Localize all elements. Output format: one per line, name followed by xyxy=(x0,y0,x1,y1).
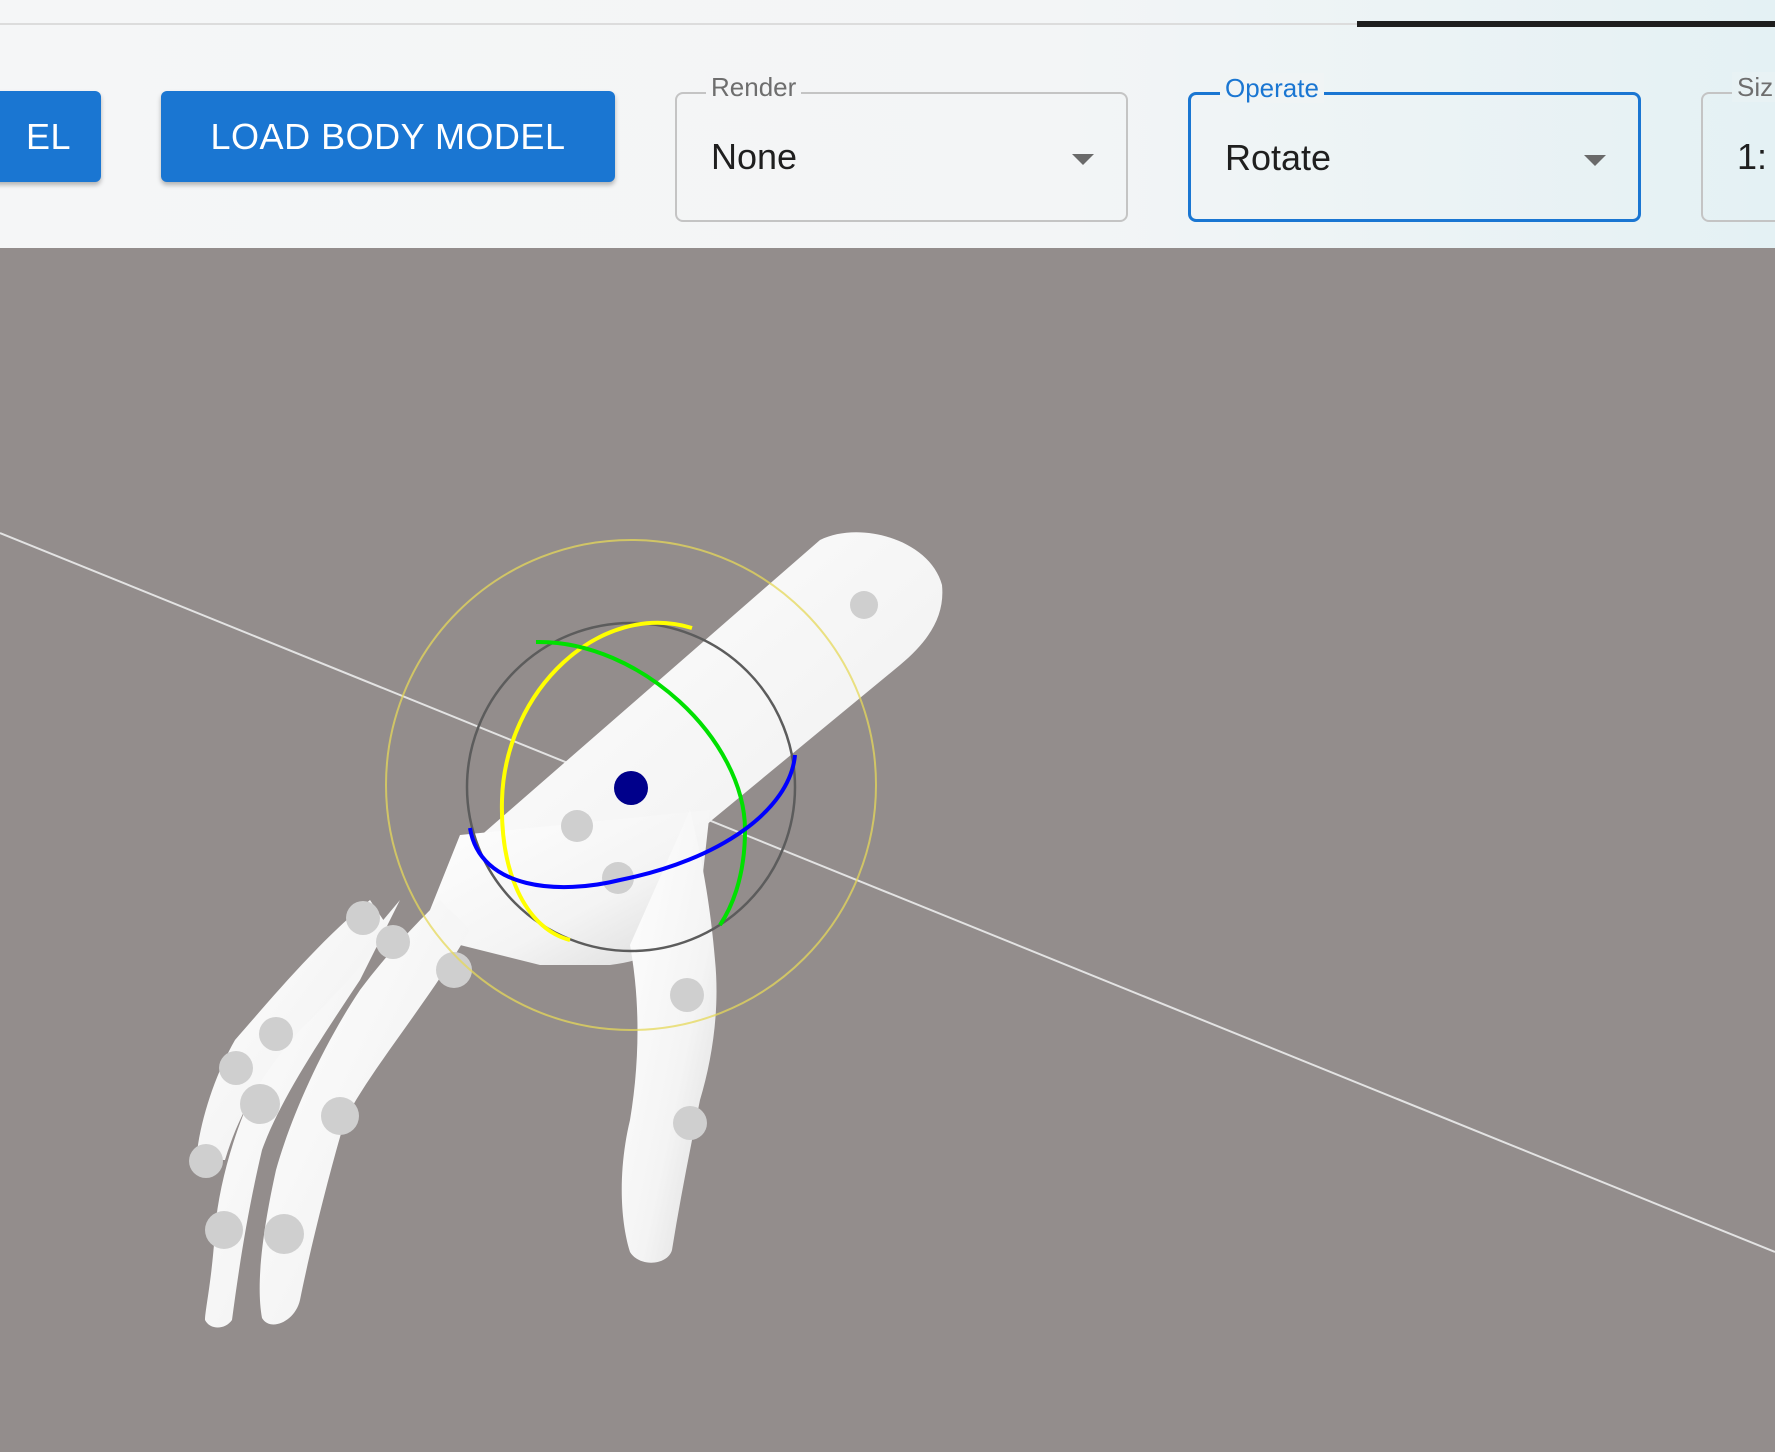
hand-model[interactable] xyxy=(196,532,943,1328)
joint-marker xyxy=(219,1051,253,1085)
render-select-value: None xyxy=(711,136,798,177)
render-select-label: Render xyxy=(706,72,802,102)
joint-marker xyxy=(189,1144,223,1178)
joint-marker xyxy=(561,810,593,842)
joint-marker xyxy=(673,1106,707,1140)
joint-marker xyxy=(376,925,410,959)
operate-select-label: Operate xyxy=(1220,73,1324,103)
dropdown-arrow-icon xyxy=(1072,154,1094,165)
joint-marker xyxy=(436,952,472,988)
load-model-button[interactable]: EL xyxy=(0,91,101,182)
joint-marker xyxy=(346,901,380,935)
joint-marker xyxy=(259,1017,293,1051)
load-body-model-button-label: LOAD BODY MODEL xyxy=(210,115,566,157)
selected-joint-marker[interactable] xyxy=(614,771,648,805)
operate-select[interactable]: Operate Rotate xyxy=(1188,73,1641,222)
joint-marker xyxy=(240,1084,280,1124)
joint-marker xyxy=(205,1211,243,1249)
joint-marker xyxy=(264,1214,304,1254)
joint-marker xyxy=(850,591,878,619)
size-select-value: 1: xyxy=(1737,136,1768,177)
render-select[interactable]: Render None xyxy=(675,72,1128,222)
3d-viewport[interactable] xyxy=(0,248,1775,1452)
joint-marker xyxy=(670,978,704,1012)
size-select-label: Siz xyxy=(1732,72,1775,102)
top-toolbar: EL LOAD BODY MODEL Render None Operate R… xyxy=(0,0,1775,248)
operate-select-value: Rotate xyxy=(1225,137,1332,178)
load-body-model-button[interactable]: LOAD BODY MODEL xyxy=(161,91,615,182)
dropdown-arrow-icon xyxy=(1584,155,1606,166)
joint-marker xyxy=(321,1097,359,1135)
size-select[interactable]: Siz 1: xyxy=(1701,72,1775,222)
active-tab-indicator xyxy=(1357,21,1775,27)
load-model-button-label: EL xyxy=(25,115,71,157)
